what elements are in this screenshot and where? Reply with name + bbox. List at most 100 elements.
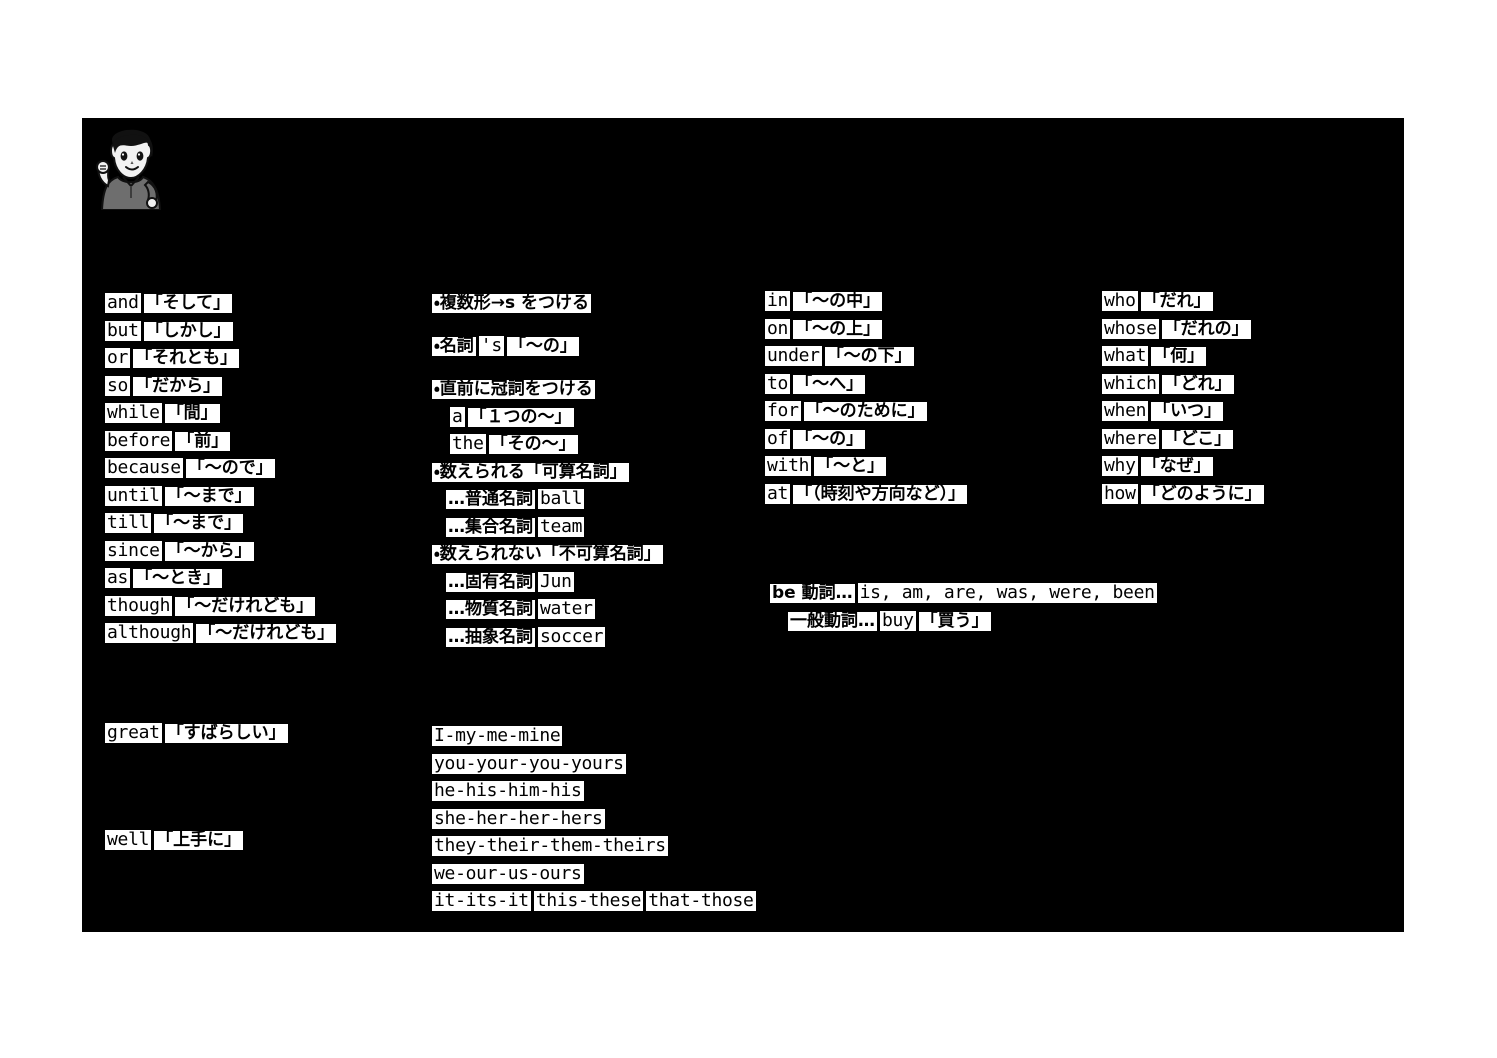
adverb-jp: 「すばらしい」 [164,723,288,744]
question-word-en: who [1102,290,1138,312]
question-word-row[interactable]: how 「どのように」 [1102,483,1264,512]
noun-article-the-row[interactable]: the 「その～」 [432,434,663,462]
pronoun-cell: you-your-you-yours [432,752,626,774]
conjunction-en: before [105,429,173,451]
question-word-en: whose [1102,317,1159,339]
question-word-row[interactable]: which 「どれ」 [1102,373,1264,402]
preposition-en: under [765,345,822,367]
pronouns-column: I-my-me-mine you-your-you-yours he-his-h… [432,726,756,919]
conjunction-row[interactable]: and 「そして」 [105,293,336,321]
be-verb-row[interactable]: be 動詞… is, am, are, was, were, been [770,583,1157,611]
conjunction-jp: 「そして」 [143,293,233,314]
preposition-row[interactable]: on 「～の上」 [765,317,967,347]
question-word-row[interactable]: why 「なぜ」 [1102,456,1264,484]
preposition-jp: 「～の下」 [824,346,914,367]
noun-article-rule: ・直前に冠詞をつける [432,379,595,400]
pronoun-row[interactable]: she-her-her-hers [432,807,756,837]
noun-article-a-row[interactable]: a 「１つの～」 [432,405,663,435]
noun-possessive-meaning: 「～の」 [506,336,579,357]
preposition-row[interactable]: for 「～のために」 [765,401,967,429]
preposition-jp: 「～の中」 [793,291,883,312]
conjunction-jp: 「だから」 [133,375,223,396]
pronoun-cell: she-her-her-hers [432,807,605,829]
conjunction-jp: 「～とき」 [133,568,223,589]
uncountable-item-row[interactable]: …固有名詞 Jun [432,570,663,600]
conjunction-en: though [105,594,173,616]
question-word-row[interactable]: where 「どこ」 [1102,428,1264,457]
preposition-jp: 「～へ」 [793,373,866,394]
noun-article-rule-row[interactable]: ・直前に冠詞をつける [432,379,663,407]
conjunction-row[interactable]: so 「だから」 [105,375,336,404]
question-word-row[interactable]: what 「何」 [1102,346,1264,374]
uncountable-item-label: …抽象名詞 [446,626,535,647]
preposition-jp: 「～のために」 [803,401,927,422]
question-word-row[interactable]: whose 「だれの」 [1102,317,1264,347]
conjunction-en: until [105,484,162,506]
countable-item-row[interactable]: …普通名詞 ball [432,489,663,517]
conjunction-jp: 「それとも」 [133,348,240,369]
conjunction-row[interactable]: till 「～まで」 [105,513,336,541]
conjunction-row[interactable]: because 「～ので」 [105,458,336,486]
uncountable-heading-row[interactable]: ・数えられない「不可算名詞」 [432,544,663,572]
preposition-row[interactable]: under 「～の下」 [765,346,967,374]
article-the-label: the [450,433,486,455]
conjunction-jp: 「～ので」 [185,458,275,479]
uncountable-item-example: water [538,598,595,620]
conjunction-row[interactable]: though 「～だけれども」 [105,594,336,624]
countable-item-row[interactable]: …集合名詞 team [432,515,663,545]
conjunction-row[interactable]: although 「～だけれども」 [105,622,337,651]
article-a-label: a [450,405,465,427]
conjunction-en: although [105,622,194,644]
conjunction-row[interactable]: since 「～から」 [105,539,336,569]
question-word-row[interactable]: when 「いつ」 [1102,401,1264,429]
conjunction-en: since [105,539,162,561]
pronoun-row[interactable]: he-his-him-his [432,781,756,809]
adverb-great-row[interactable]: great 「すばらしい」 [105,723,288,744]
conjunction-en: or [105,347,131,369]
adverb-well-row[interactable]: well 「上手に」 [105,830,244,851]
noun-possessive-row[interactable]: ・名詞's 「～の」 [432,336,663,379]
pronoun-cell: they-their-them-theirs [432,835,668,857]
general-verb-row[interactable]: 一般動詞… buy 「買う」 [770,610,1157,639]
uncountable-item-row[interactable]: …抽象名詞 soccer [432,626,663,655]
noun-plural-rule-row[interactable]: ・複数形→s をつける [432,293,663,336]
conjunction-jp: 「～まで」 [154,513,244,534]
preposition-jp: 「～の」 [793,428,866,449]
pronoun-row[interactable]: I-my-me-mine [432,726,756,754]
noun-possessive-label: ・名詞 [432,336,476,357]
uncountable-item-row[interactable]: …物質名詞 water [432,599,663,627]
pronoun-cell: we-our-us-ours [432,862,584,884]
preposition-row[interactable]: at 「（時刻や方向など）」 [765,483,968,512]
preposition-row[interactable]: to 「～へ」 [765,373,967,402]
pronoun-row[interactable]: we-our-us-ours [432,862,756,892]
preposition-row[interactable]: in 「～の中」 [765,291,967,319]
preposition-en: for [765,400,801,422]
conjunction-jp: 「～から」 [164,540,254,561]
pronoun-row[interactable]: they-their-them-theirs [432,836,756,864]
prepositions-column: in 「～の中」 on 「～の上」 under 「～の下」 to 「～へ」 for 「～の… [765,291,968,512]
question-word-row[interactable]: who 「だれ」 [1102,291,1264,319]
question-word-jp: 「だれ」 [1140,291,1213,312]
question-word-jp: 「なぜ」 [1140,456,1213,477]
question-word-en: when [1102,400,1149,422]
conjunction-row[interactable]: as 「～とき」 [105,568,336,596]
conjunction-row[interactable]: or 「それとも」 [105,348,336,376]
countable-heading-row[interactable]: ・数えられる「可算名詞」 [432,462,663,490]
pronoun-row[interactable]: it-its-it this-these that-those [432,891,756,919]
conjunction-jp: 「～だけれども」 [175,595,316,616]
noun-plural-rule: ・複数形→s をつける [432,293,592,314]
conjunction-row[interactable]: before 「前」 [105,429,336,459]
conjunction-row[interactable]: while 「間」 [105,403,336,431]
preposition-row[interactable]: with 「～と」 [765,456,967,484]
conjunction-row[interactable]: until 「～まで」 [105,484,336,514]
countable-item-example: team [538,515,585,537]
uncountable-item-example: Jun [538,570,574,592]
preposition-en: on [765,317,791,339]
pronoun-row[interactable]: you-your-you-yours [432,752,756,782]
pronoun-cell: it-its-it [432,890,531,912]
preposition-jp: 「（時刻や方向など）」 [793,483,968,504]
preposition-row[interactable]: of 「～の」 [765,428,967,457]
conjunction-row[interactable]: but 「しかし」 [105,320,336,349]
question-words-column: who 「だれ」 whose 「だれの」 what 「何」 which 「どれ」 whe… [1102,291,1264,511]
conjunction-jp: 「～だけれども」 [196,623,337,644]
